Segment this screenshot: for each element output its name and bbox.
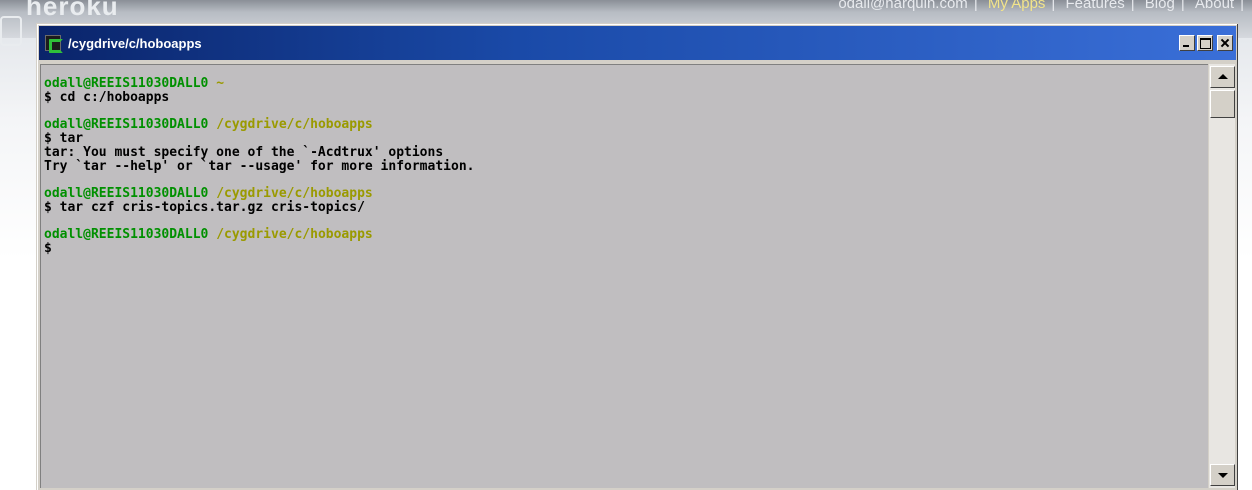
- window-titlebar[interactable]: /cygdrive/c/hoboapps: [39, 26, 1236, 60]
- output-line: Try `tar --help' or `tar --usage' for mo…: [44, 159, 475, 174]
- nav-separator: |: [973, 0, 978, 12]
- cygwin-console-window[interactable]: /cygdrive/c/hoboapps odall@REEIS11030DAL…: [36, 23, 1238, 490]
- maximize-button[interactable]: [1197, 35, 1213, 51]
- prompt-line: odall@REEIS11030DALL0 ~: [44, 77, 1208, 91]
- scrollbar-thumb[interactable]: [1210, 90, 1235, 118]
- prompt-user: odall@REEIS11030DALL0: [44, 76, 209, 91]
- window-controls: [1179, 35, 1233, 51]
- minimize-button[interactable]: [1179, 35, 1195, 51]
- output-line: tar: You must specify one of the `-Acdtr…: [44, 145, 444, 160]
- prompt-line: odall@REEIS11030DALL0 /cygdrive/c/hoboap…: [44, 187, 1208, 201]
- scroll-down-button[interactable]: [1210, 464, 1235, 486]
- nav-about[interactable]: About: [1195, 0, 1234, 12]
- nav-separator: |: [1051, 0, 1056, 12]
- nav-separator: |: [1240, 0, 1244, 12]
- background-nav: odall@harquin.com | My Apps | Features | Bl…: [832, 0, 1244, 12]
- prompt-path: /cygdrive/c/hoboapps: [216, 227, 373, 242]
- window-title: /cygdrive/c/hoboapps: [68, 35, 202, 51]
- cygwin-terminal-icon[interactable]: [45, 35, 63, 53]
- prompt-line: odall@REEIS11030DALL0 /cygdrive/c/hoboap…: [44, 228, 1208, 242]
- nav-separator: |: [1180, 0, 1185, 12]
- nav-email[interactable]: odall@harquin.com: [838, 0, 967, 12]
- current-prompt[interactable]: $: [44, 242, 1208, 256]
- nav-separator: |: [1130, 0, 1135, 12]
- heroku-logo-icon: [0, 16, 22, 46]
- command-line: $ tar czf cris-topics.tar.gz cris-topics…: [44, 200, 365, 215]
- nav-blog[interactable]: Blog: [1145, 0, 1175, 12]
- heroku-logo: heroku: [26, 0, 119, 21]
- prompt-path: /cygdrive/c/hoboapps: [216, 186, 373, 201]
- command-line: $ cd c:/hoboapps: [44, 90, 170, 105]
- terminal-output[interactable]: odall@REEIS11030DALL0 ~ $ cd c:/hoboapps…: [40, 64, 1208, 488]
- prompt-line: odall@REEIS11030DALL0 /cygdrive/c/hoboap…: [44, 118, 1208, 132]
- prompt-user: odall@REEIS11030DALL0: [44, 117, 209, 132]
- nav-my-apps[interactable]: My Apps: [988, 0, 1046, 12]
- prompt-user: odall@REEIS11030DALL0: [44, 186, 209, 201]
- vertical-scrollbar[interactable]: [1208, 64, 1235, 488]
- nav-features[interactable]: Features: [1066, 0, 1125, 12]
- prompt-path: ~: [216, 76, 225, 91]
- close-button[interactable]: [1217, 35, 1233, 51]
- scroll-up-button[interactable]: [1210, 66, 1235, 88]
- prompt-user: odall@REEIS11030DALL0: [44, 227, 209, 242]
- prompt-path: /cygdrive/c/hoboapps: [216, 117, 373, 132]
- command-line: $ tar: [44, 131, 84, 146]
